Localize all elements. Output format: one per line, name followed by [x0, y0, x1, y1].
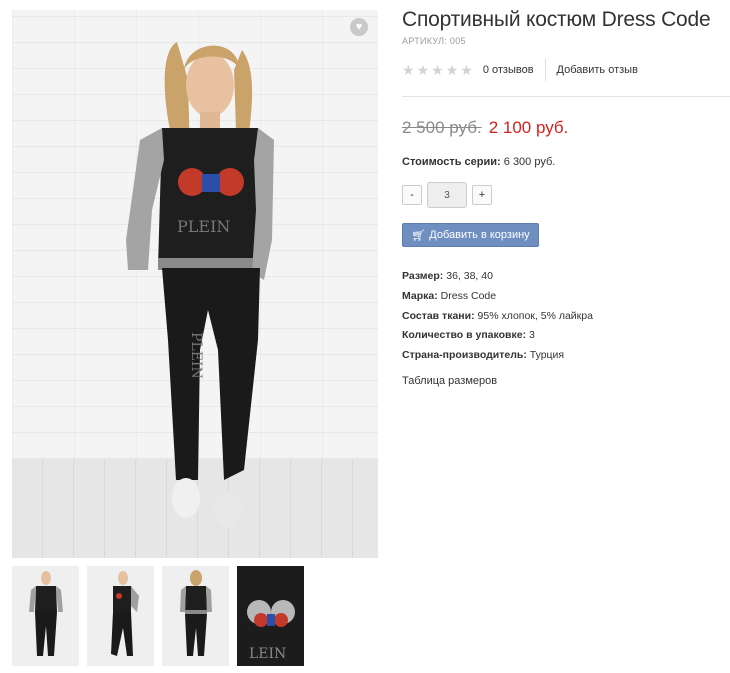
attribute-value: 95% хлопок, 5% лайкра	[477, 309, 593, 322]
attribute-label: Количество в упаковке:	[402, 329, 527, 342]
attribute-label: Марка:	[402, 289, 438, 302]
attribute-brand: Марка: Dress Code	[402, 287, 730, 307]
new-price: 2 100 руб.	[488, 118, 569, 137]
price-row: 2 500 руб. 2 100 руб.	[402, 118, 730, 138]
thumbnail-side-view[interactable]	[87, 566, 154, 666]
series-cost: Стоимость серии: 6 300 руб.	[402, 156, 730, 168]
attribute-value: 3	[529, 329, 535, 342]
heart-icon[interactable]: ♥	[350, 18, 368, 36]
attribute-label: Страна-производитель:	[402, 349, 527, 362]
rating-stars[interactable]: ★ ★ ★ ★ ★	[402, 62, 473, 79]
star-icon: ★	[460, 61, 473, 78]
quantity-stepper: - +	[402, 182, 730, 208]
star-icon: ★	[402, 61, 415, 78]
attribute-country: Страна-производитель: Турция	[402, 346, 730, 366]
attribute-label: Размер:	[402, 270, 444, 282]
quantity-increase-button[interactable]: +	[472, 185, 492, 205]
svg-text:PLEIN: PLEIN	[188, 332, 204, 379]
attribute-value: 36, 38, 40	[446, 270, 493, 282]
star-icon: ★	[416, 61, 430, 78]
add-to-cart-button[interactable]: 🛒︎ Добавить в корзину	[402, 223, 539, 247]
attribute-label: Состав ткани:	[402, 309, 475, 322]
product-title: Спортивный костюм Dress Code	[402, 8, 711, 31]
svg-text:LEIN: LEIN	[249, 646, 286, 662]
attribute-pack-quantity: Количество в упаковке: 3	[402, 326, 730, 346]
attribute-value: Турция	[529, 349, 565, 362]
divider	[402, 96, 730, 97]
add-to-cart-label: Добавить в корзину	[429, 229, 530, 241]
product-details: Спортивный костюм Dress Code АРТИКУЛ: 00…	[402, 6, 730, 387]
star-icon: ★	[445, 61, 459, 78]
attribute-size: Размер: 36, 38, 40	[402, 267, 730, 287]
thumbnail-print-detail[interactable]: LEIN	[237, 566, 304, 666]
series-cost-value: 6 300 руб.	[503, 156, 556, 168]
svg-text:PLEIN: PLEIN	[177, 217, 230, 236]
add-review-link[interactable]: Добавить отзыв	[557, 64, 638, 76]
quantity-input[interactable]	[427, 182, 467, 208]
series-cost-label: Стоимость серии:	[402, 156, 501, 168]
size-table-link[interactable]: Таблица размеров	[402, 375, 730, 387]
product-attributes: Размер: 36, 38, 40 Марка: Dress Code Сос…	[402, 267, 730, 366]
model-figure: PLEIN PLEIN	[126, 42, 274, 528]
product-main-image[interactable]: PLEIN PLEIN ♥	[12, 10, 378, 558]
thumbnail-back-view[interactable]	[162, 566, 229, 666]
old-price: 2 500 руб.	[402, 118, 482, 137]
product-sku: АРТИКУЛ: 005	[402, 36, 466, 46]
rating-row: ★ ★ ★ ★ ★ 0 отзывов Добавить отзыв	[402, 58, 730, 82]
attribute-value: Dress Code	[440, 289, 497, 302]
thumbnail-strip: LEIN	[12, 566, 304, 666]
attribute-fabric: Состав ткани: 95% хлопок, 5% лайкра	[402, 307, 730, 327]
cart-icon: 🛒︎	[411, 229, 426, 242]
thumbnail-front-view[interactable]	[12, 566, 79, 666]
quantity-decrease-button[interactable]: -	[402, 185, 422, 205]
star-icon: ★	[431, 61, 444, 78]
reviews-count-link[interactable]: 0 отзывов	[483, 59, 546, 81]
